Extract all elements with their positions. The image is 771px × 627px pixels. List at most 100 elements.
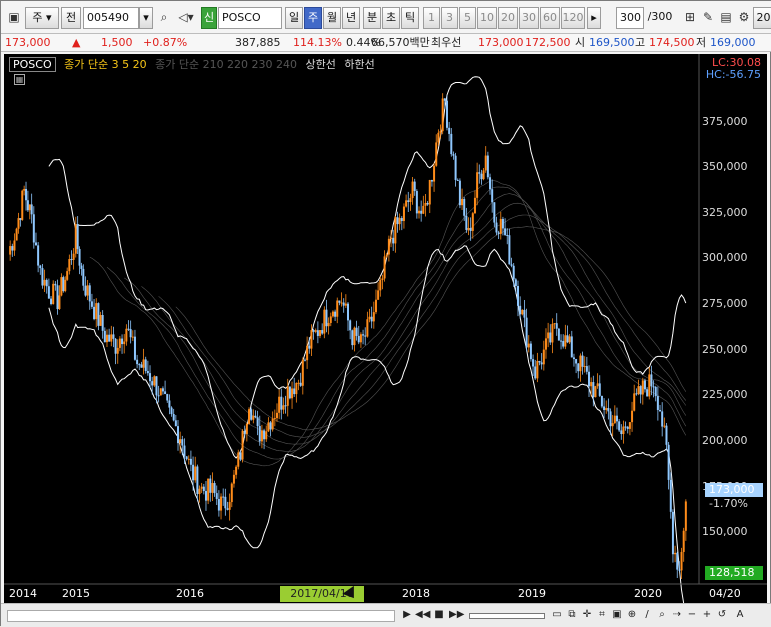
candle-body[interactable] <box>336 300 339 317</box>
candle-body[interactable] <box>45 279 48 287</box>
candle-body[interactable] <box>527 343 530 348</box>
candle-body[interactable] <box>84 285 87 296</box>
candle-body[interactable] <box>450 133 453 155</box>
candle-body[interactable] <box>351 330 354 346</box>
candle-body[interactable] <box>243 430 246 435</box>
candle-body[interactable] <box>118 338 121 348</box>
candle-body[interactable] <box>66 271 69 280</box>
candle-body[interactable] <box>413 181 416 192</box>
candle-body[interactable] <box>17 218 20 229</box>
candle-body[interactable] <box>532 359 535 367</box>
candle-body[interactable] <box>90 301 93 307</box>
grid-tool-icon[interactable]: ⊞ <box>681 7 699 29</box>
candle-body[interactable] <box>28 204 31 211</box>
fast-forward-icon[interactable]: ▶▶ <box>449 608 464 623</box>
candle-body[interactable] <box>682 530 685 552</box>
candle-body[interactable] <box>486 155 489 178</box>
candle-body[interactable] <box>478 172 481 174</box>
candle-body[interactable] <box>347 303 349 321</box>
candle-body[interactable] <box>314 330 317 332</box>
candle-body[interactable] <box>517 285 519 306</box>
candle-body[interactable] <box>185 456 188 460</box>
zoom-in-icon[interactable]: ⊕ <box>625 608 639 623</box>
candle-body[interactable] <box>596 383 599 387</box>
tab-year[interactable]: 년 <box>342 7 360 29</box>
candle-body[interactable] <box>200 486 203 489</box>
expand-icon[interactable]: ⇢ <box>670 608 684 623</box>
candle-body[interactable] <box>600 395 603 407</box>
candle-body[interactable] <box>39 265 42 269</box>
candle-body[interactable] <box>628 422 631 429</box>
candle-body[interactable] <box>47 286 50 299</box>
candle-body[interactable] <box>194 466 197 481</box>
candle-body[interactable] <box>575 359 578 364</box>
candle-body[interactable] <box>473 197 476 214</box>
minus-icon[interactable]: − <box>685 608 699 623</box>
candle-body[interactable] <box>207 478 210 501</box>
legend-ma-short[interactable]: 종가 단순 3 5 20 <box>64 58 146 71</box>
candle-body[interactable] <box>426 203 429 205</box>
candle-body[interactable] <box>312 330 315 332</box>
candle-body[interactable] <box>76 224 79 249</box>
candle-body[interactable] <box>435 142 438 166</box>
candle-body[interactable] <box>131 336 134 338</box>
candle-body[interactable] <box>43 279 46 286</box>
candle-body[interactable] <box>213 483 216 494</box>
candle-body[interactable] <box>430 180 433 182</box>
candle-body[interactable] <box>52 283 55 305</box>
candle-body[interactable] <box>555 323 558 329</box>
candle-body[interactable] <box>501 218 504 229</box>
candle-body[interactable] <box>538 361 541 363</box>
candle-body[interactable] <box>340 302 343 304</box>
layout-icon[interactable]: ▣ <box>610 608 624 623</box>
candle-body[interactable] <box>508 235 511 265</box>
candle-body[interactable] <box>310 330 313 349</box>
candle-body[interactable] <box>607 408 610 412</box>
candle-body[interactable] <box>355 327 358 336</box>
tab-second[interactable]: 초 <box>382 7 400 29</box>
candle-body[interactable] <box>125 328 128 342</box>
candle-body[interactable] <box>680 551 683 571</box>
candle-body[interactable] <box>308 345 311 349</box>
candle-body[interactable] <box>323 309 326 334</box>
candle-body[interactable] <box>428 180 431 205</box>
candle-body[interactable] <box>50 298 53 305</box>
candle-body[interactable] <box>566 335 569 343</box>
candle-body[interactable] <box>568 336 571 343</box>
candle-body[interactable] <box>235 466 238 475</box>
candle-body[interactable] <box>398 218 401 225</box>
candle-body[interactable] <box>164 391 167 395</box>
candle-body[interactable] <box>615 415 618 422</box>
candle-body[interactable] <box>564 335 567 347</box>
candle-body[interactable] <box>19 218 22 220</box>
search-icon[interactable]: ⌕ <box>155 7 173 29</box>
candle-body[interactable] <box>256 417 259 427</box>
candle-body[interactable] <box>570 336 573 358</box>
prev-button[interactable]: 전 <box>61 7 81 29</box>
candle-body[interactable] <box>663 425 666 427</box>
candle-body[interactable] <box>334 311 337 317</box>
candle-body[interactable] <box>215 493 218 499</box>
candle-body[interactable] <box>583 366 586 368</box>
copy-icon[interactable]: ⧉ <box>565 608 579 623</box>
candle-body[interactable] <box>295 382 298 395</box>
candle-body[interactable] <box>409 198 412 202</box>
candle-body[interactable] <box>133 336 136 360</box>
legend-upper-band[interactable]: 상한선 <box>306 58 336 71</box>
candle-body[interactable] <box>278 396 281 413</box>
candle-body[interactable] <box>357 335 360 343</box>
candle-body[interactable] <box>624 426 627 428</box>
candle-body[interactable] <box>392 237 395 244</box>
candle-body[interactable] <box>217 498 220 511</box>
candle-body[interactable] <box>549 332 552 343</box>
candle-body[interactable] <box>13 240 16 251</box>
candle-body[interactable] <box>631 410 634 423</box>
candle-body[interactable] <box>220 496 223 511</box>
tab-week[interactable]: 주 <box>304 7 322 29</box>
candle-body[interactable] <box>209 478 212 493</box>
zoom-area-icon[interactable]: ▭ <box>550 608 564 623</box>
candle-body[interactable] <box>64 279 67 292</box>
candle-body[interactable] <box>153 376 156 386</box>
candle-body[interactable] <box>144 359 147 372</box>
candle-body[interactable] <box>581 355 584 367</box>
